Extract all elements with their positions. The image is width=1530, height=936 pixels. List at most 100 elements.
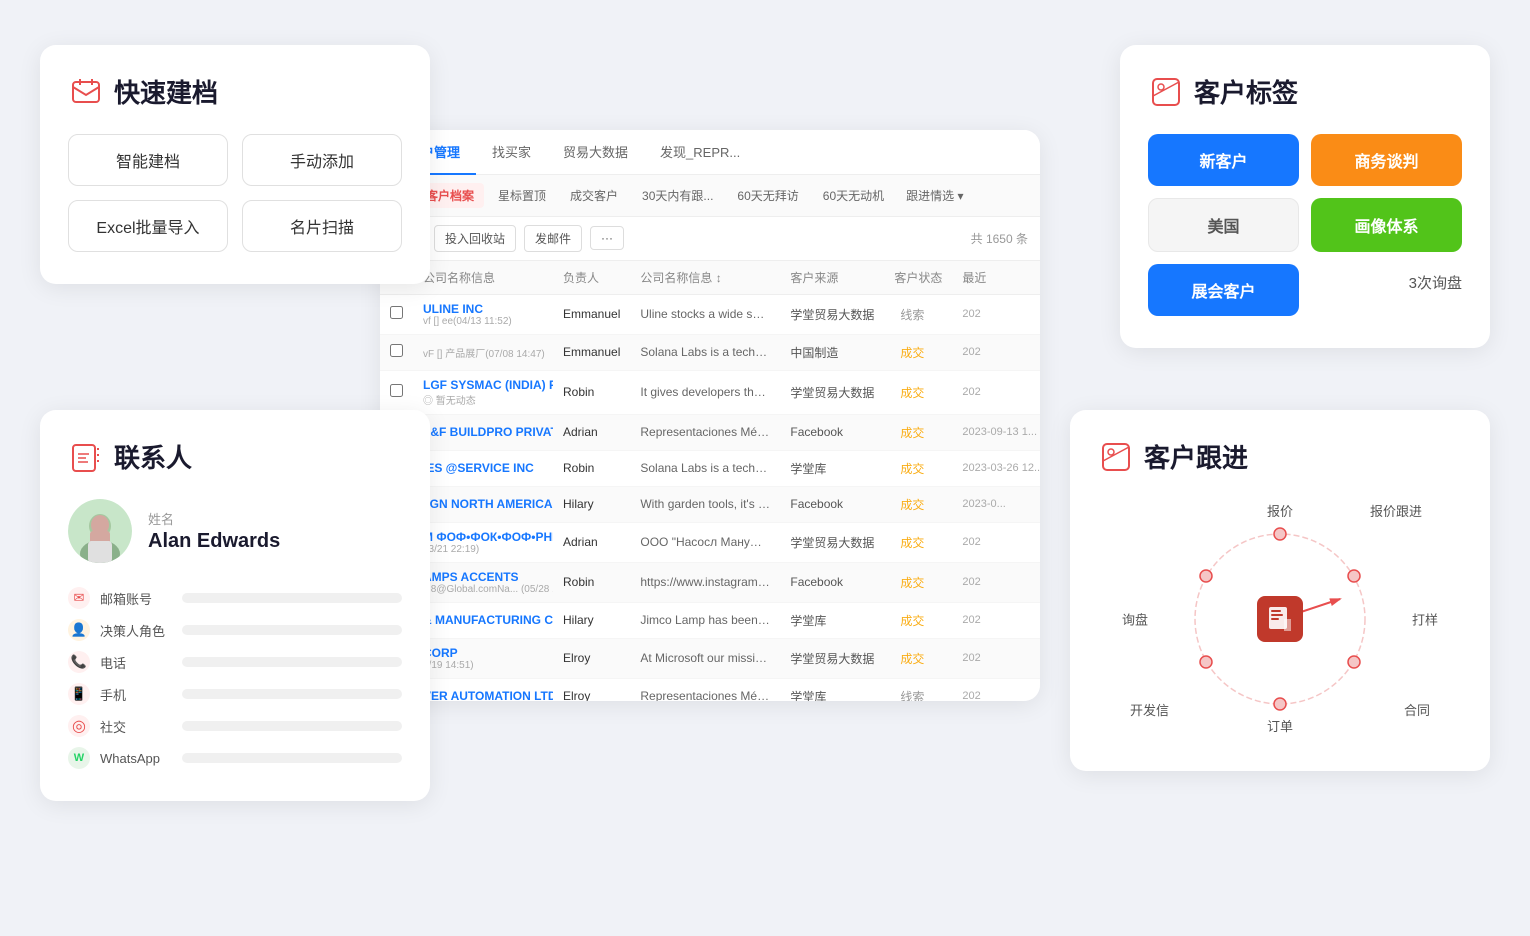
mobile-icon: 📱 — [68, 683, 90, 705]
col-status: 客户状态 — [884, 261, 952, 295]
subtab-starred[interactable]: 星标置顶 — [488, 183, 556, 208]
excel-import-button[interactable]: Excel批量导入 — [68, 200, 228, 252]
table-row[interactable]: vF [] 产品展厂(07/08 14:47) Emmanuel Solana … — [380, 334, 1040, 370]
row-owner: Hilary — [553, 602, 630, 638]
row-owner: Robin — [553, 370, 630, 414]
row-company: IIGN NORTH AMERICA INC — [413, 486, 553, 522]
toolbar-recycle[interactable]: 投入回收站 — [434, 225, 516, 252]
main-container: 快速建档 智能建档 手动添加 Excel批量导入 名片扫描 客户管理 找买家 贸… — [0, 0, 1530, 936]
field-mobile: 📱 手机 — [68, 683, 402, 705]
email-label: 邮箱账号 — [100, 589, 172, 608]
row-company: VER AUTOMATION LTD SIEME — [413, 678, 553, 701]
stage-quote: 报价 — [1267, 501, 1293, 520]
subtab-60days[interactable]: 60天无拜访 — [727, 183, 808, 208]
table-row[interactable]: IIGN NORTH AMERICA INC Hilary With garde… — [380, 486, 1040, 522]
tab-finder[interactable]: 找买家 — [476, 130, 547, 175]
row-desc: At Microsoft our mission and va... — [630, 638, 780, 678]
row-company: ULINE INC vf [] ee(04/13 11:52) — [413, 294, 553, 334]
subtab-60sleep[interactable]: 60天无动机 — [813, 183, 894, 208]
tags-icon — [1148, 74, 1184, 110]
quick-archive-card: 快速建档 智能建档 手动添加 Excel批量导入 名片扫描 — [40, 45, 430, 284]
toolbar-email[interactable]: 发邮件 — [524, 225, 582, 252]
manual-add-button[interactable]: 手动添加 — [242, 134, 402, 186]
tab-repr[interactable]: 发现_REPR... — [644, 130, 756, 175]
stage-inquiry: 询盘 — [1122, 610, 1148, 629]
row-status: 线索 — [884, 294, 952, 334]
subtab-more[interactable]: 跟进情选 ▾ — [898, 183, 971, 208]
tag-portrait[interactable]: 画像体系 — [1311, 198, 1462, 252]
row-company: vF [] 产品展厂(07/08 14:47) — [413, 334, 553, 370]
row-source: 学堂贸易大数据 — [780, 522, 884, 562]
row-owner: Robin — [553, 562, 630, 602]
tag-business-negotiation[interactable]: 商务谈判 — [1311, 134, 1462, 186]
table-top-tabs: 客户管理 找买家 贸易大数据 发现_REPR... — [380, 130, 1040, 175]
row-source: Facebook — [780, 414, 884, 450]
subtab-30days[interactable]: 30天内有跟... — [632, 183, 723, 208]
row-owner: Adrian — [553, 414, 630, 450]
row-date: 202 — [952, 638, 1040, 678]
social-icon: ◎ — [68, 715, 90, 737]
row-status: 成交 — [884, 370, 952, 414]
tags-title: 客户标签 — [1194, 73, 1298, 110]
field-social: ◎ 社交 — [68, 715, 402, 737]
row-owner: Hilary — [553, 486, 630, 522]
row-source: 学堂库 — [780, 602, 884, 638]
stage-order: 订单 — [1267, 716, 1293, 735]
tag-usa[interactable]: 美国 — [1148, 198, 1299, 252]
row-date: 2023-0... — [952, 486, 1040, 522]
row-checkbox[interactable] — [380, 334, 413, 370]
row-owner: Emmanuel — [553, 294, 630, 334]
stage-contract: 合同 — [1404, 700, 1430, 719]
row-source: 学堂库 — [780, 450, 884, 486]
phone-value — [182, 657, 402, 667]
subtab-closed[interactable]: 成交客户 — [560, 183, 628, 208]
stage-sample: 打样 — [1412, 610, 1438, 629]
col-desc: 公司名称信息 ↕ — [630, 261, 780, 295]
mobile-label: 手机 — [100, 685, 172, 704]
table-row[interactable]: ULINE INC vf [] ee(04/13 11:52) Emmanuel… — [380, 294, 1040, 334]
table-row[interactable]: & MANUFACTURING CO Hilary Jimco Lamp has… — [380, 602, 1040, 638]
quick-archive-title: 快速建档 — [114, 73, 218, 110]
row-checkbox[interactable] — [380, 370, 413, 414]
role-value — [182, 625, 402, 635]
table-row[interactable]: IES @SERVICE INC Robin Solana Labs is a … — [380, 450, 1040, 486]
table-row[interactable]: М ФОФ•ФОК•ФОФ•РНЕ' PVC 03/21 22:19) Adri… — [380, 522, 1040, 562]
followup-icon — [1098, 439, 1134, 475]
customer-data-table: 公司名称信息 负责人 公司名称信息 ↕ 客户来源 客户状态 最近 ULINE I… — [380, 261, 1040, 701]
row-date: 202 — [952, 370, 1040, 414]
contact-name-label: 姓名 — [148, 509, 280, 528]
row-date: 2023-09-13 1... — [952, 414, 1040, 450]
row-date: 202 — [952, 602, 1040, 638]
tab-bigdata[interactable]: 贸易大数据 — [547, 130, 644, 175]
row-source: 中国制造 — [780, 334, 884, 370]
contact-title: 联系人 — [114, 438, 192, 475]
row-desc: Uline stocks a wide selection of... — [630, 294, 780, 334]
row-desc: ООО "Насосл Мануфакчурир..." — [630, 522, 780, 562]
card-scan-button[interactable]: 名片扫描 — [242, 200, 402, 252]
table-row[interactable]: LGF SYSMAC (INDIA) PVT LTD ◎ 暂无动态 Robin … — [380, 370, 1040, 414]
row-checkbox[interactable] — [380, 294, 413, 334]
radar-chart: 报价 报价跟进 打样 合同 订单 开发信 询盘 — [1120, 499, 1440, 739]
table-row[interactable]: AMPS ACCENTS s 8@Global.comNa... (05/28 … — [380, 562, 1040, 602]
table-row[interactable]: CORP 1/19 14:51) Elroy At Microsoft our … — [380, 638, 1040, 678]
row-desc: It gives developers the confide... — [630, 370, 780, 414]
smart-archive-button[interactable]: 智能建档 — [68, 134, 228, 186]
email-icon: ✉ — [68, 587, 90, 609]
followup-header: 客户跟进 — [1098, 438, 1462, 475]
row-source: Facebook — [780, 486, 884, 522]
tag-exhibition[interactable]: 展会客户 — [1148, 264, 1299, 316]
row-desc: https://www.instagram.com/el... — [630, 562, 780, 602]
row-status: 成交 — [884, 638, 952, 678]
row-desc: Representaciones Médicas def ... — [630, 414, 780, 450]
whatsapp-value — [182, 753, 402, 763]
row-owner: Robin — [553, 450, 630, 486]
toolbar-more[interactable]: ··· — [590, 226, 624, 250]
row-date: 202 — [952, 562, 1040, 602]
field-whatsapp: W WhatsApp — [68, 747, 402, 769]
table-row[interactable]: F&F BUILDPRO PRIVATE LIMITED Adrian Repr… — [380, 414, 1040, 450]
contact-card: 联系人 姓名 Alan Edwards — [40, 410, 430, 801]
row-desc: With garden tools, it's all about... — [630, 486, 780, 522]
field-email: ✉ 邮箱账号 — [68, 587, 402, 609]
tag-new-customer[interactable]: 新客户 — [1148, 134, 1299, 186]
table-row[interactable]: VER AUTOMATION LTD SIEME Elroy Represent… — [380, 678, 1040, 701]
